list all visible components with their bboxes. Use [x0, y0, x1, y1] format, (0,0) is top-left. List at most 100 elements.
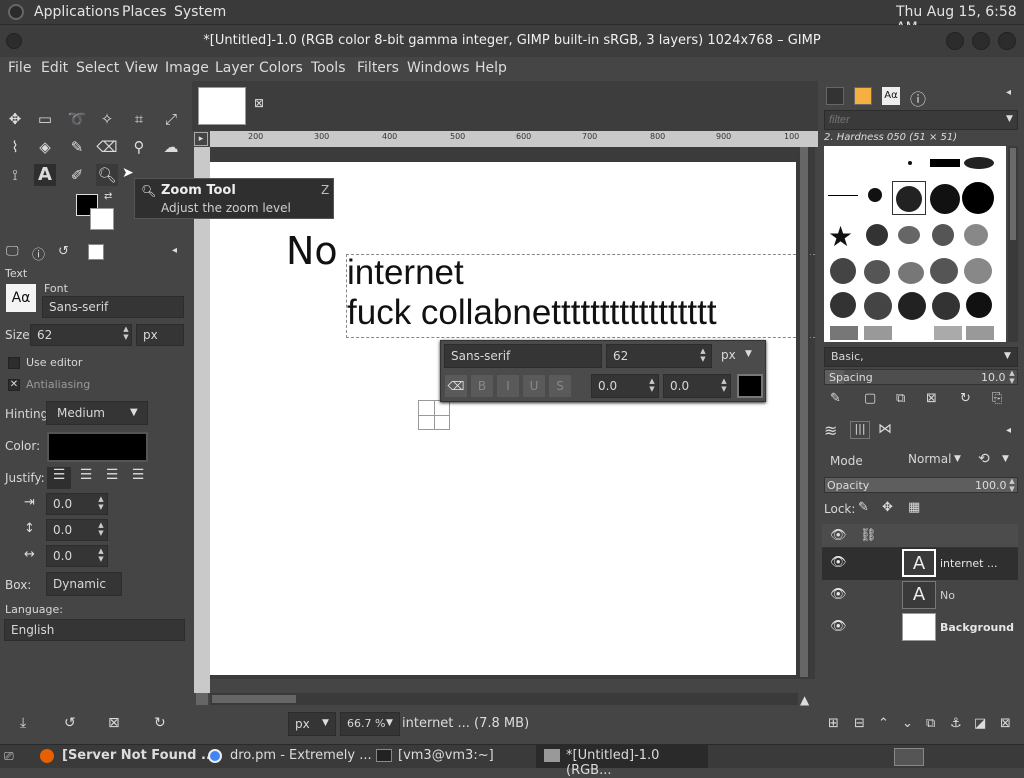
menu-windows[interactable]: Windows: [407, 60, 470, 76]
reset-options-icon[interactable]: ↻: [154, 715, 166, 731]
text-layer-no[interactable]: No: [286, 229, 338, 273]
text-editor-font-input[interactable]: Sans-serif: [444, 344, 602, 368]
show-desktop-icon[interactable]: ⎚: [4, 749, 14, 764]
lock-alpha-icon[interactable]: ▦: [908, 500, 920, 515]
baseline-spin-icon[interactable]: ▲ ▼: [646, 377, 658, 393]
lasso-tool-icon[interactable]: ➰: [66, 108, 88, 130]
menu-file[interactable]: File: [8, 60, 31, 76]
delete-options-icon[interactable]: ⊠: [108, 715, 120, 731]
paintbrush-tool-icon[interactable]: ✎: [66, 136, 88, 158]
eye-icon[interactable]: 👁︎: [830, 556, 847, 569]
text-box[interactable]: internet fuck collabnettttttttttttttttt: [346, 254, 815, 338]
text-color-button[interactable]: [47, 432, 148, 462]
tool-options-tab-icon[interactable]: 🖵︎: [6, 244, 19, 259]
swap-colors-icon[interactable]: ⇄: [104, 191, 112, 202]
menu-select[interactable]: Select: [76, 60, 119, 76]
opacity-spin-icon[interactable]: ▲ ▼: [1006, 477, 1018, 493]
text-editor-unit-select[interactable]: px: [721, 348, 736, 362]
warp-tool-icon[interactable]: ⌇: [4, 136, 26, 158]
eye-icon[interactable]: 👁︎: [830, 588, 847, 601]
eraser-tool-icon[interactable]: ⌫: [96, 136, 118, 158]
size-spin-icon[interactable]: ▲ ▼: [120, 325, 132, 341]
justify-fill-icon[interactable]: ☰: [126, 467, 150, 489]
italic-icon[interactable]: I: [497, 375, 519, 397]
system-menu[interactable]: System: [174, 4, 226, 20]
background-color-swatch[interactable]: [90, 208, 114, 230]
bold-icon[interactable]: B: [471, 375, 493, 397]
language-input[interactable]: English: [4, 619, 185, 641]
spacing-spin-icon[interactable]: ▲ ▼: [1006, 369, 1018, 385]
justify-right-icon[interactable]: ☰: [74, 467, 98, 489]
menu-help[interactable]: Help: [475, 60, 507, 76]
bucket-fill-tool-icon[interactable]: ◈: [34, 136, 56, 158]
transform-tool-icon[interactable]: ⤢: [160, 108, 182, 130]
underline-icon[interactable]: U: [523, 375, 545, 397]
kerning-spin-icon[interactable]: ▲ ▼: [718, 377, 730, 393]
patterns-tab-icon[interactable]: [854, 87, 872, 105]
taskbar-item-chrome[interactable]: dro.pm - Extremely ...: [230, 748, 372, 763]
use-editor-checkbox[interactable]: [8, 357, 20, 369]
edit-brush-icon[interactable]: ✎: [830, 391, 841, 406]
new-layer-icon[interactable]: ⊞: [828, 716, 839, 731]
line-spacing-spin-icon[interactable]: ▲ ▼: [95, 521, 107, 537]
anchor-layer-icon[interactable]: ⚓︎: [950, 716, 962, 731]
brush-scrollbar[interactable]: [1008, 146, 1018, 342]
layer-row[interactable]: 👁︎ A internet ...: [822, 548, 1018, 580]
fuzzy-select-tool-icon[interactable]: ✧: [96, 108, 118, 130]
indent-spin-icon[interactable]: ▲ ▼: [95, 495, 107, 511]
save-options-icon[interactable]: ⤓: [20, 715, 26, 731]
new-brush-icon[interactable]: ▢: [864, 391, 876, 406]
taskbar-item-gimp-active[interactable]: *[Untitled]-1.0 (RGB...: [536, 745, 708, 778]
strikethrough-icon[interactable]: S: [549, 375, 571, 397]
panel-menu-icon[interactable]: ◂: [1006, 87, 1011, 98]
zoom-corner-icon[interactable]: [196, 693, 208, 705]
places-menu[interactable]: Places: [122, 4, 167, 20]
font-input[interactable]: Sans-serif: [42, 296, 184, 318]
menu-layer[interactable]: Layer: [215, 60, 254, 76]
lock-position-icon[interactable]: ✥: [882, 500, 893, 515]
justify-center-icon[interactable]: ☰: [100, 467, 124, 489]
font-preview-button[interactable]: Aα: [6, 284, 36, 312]
text-tool-icon[interactable]: A: [34, 164, 56, 186]
letter-spacing-spin-icon[interactable]: ▲ ▼: [95, 547, 107, 563]
minimize-button[interactable]: [946, 32, 964, 50]
undo-history-tab-icon[interactable]: ↺: [58, 244, 69, 259]
brush-as-image-icon[interactable]: ⎘: [992, 391, 1002, 406]
zoom-tool-icon[interactable]: 🔍︎: [96, 164, 118, 186]
spacing-slider[interactable]: Spacing 10.0: [824, 369, 1018, 385]
panel-menu-icon[interactable]: ◂: [172, 245, 177, 256]
image-tab-thumbnail[interactable]: [198, 87, 246, 125]
layer-row[interactable]: 👁︎ A No: [822, 580, 1018, 612]
eye-icon[interactable]: 👁︎: [830, 620, 847, 633]
move-tool-icon[interactable]: ✥: [4, 108, 26, 130]
navigate-icon[interactable]: ▲: [800, 693, 809, 707]
menu-filters[interactable]: Filters: [357, 60, 399, 76]
rect-select-tool-icon[interactable]: ▭: [34, 108, 56, 130]
delete-brush-icon[interactable]: ⊠: [926, 391, 937, 406]
close-tab-icon[interactable]: ⊠: [254, 96, 264, 110]
box-select[interactable]: Dynamic: [46, 572, 122, 596]
workspace-switcher[interactable]: [894, 748, 924, 766]
justify-left-icon[interactable]: ☰: [47, 467, 71, 489]
antialiasing-checkbox[interactable]: ✕: [8, 379, 20, 391]
lock-pixels-icon[interactable]: ✎: [858, 500, 869, 515]
clone-tool-icon[interactable]: ⚲: [128, 136, 150, 158]
distro-logo-icon[interactable]: [8, 4, 24, 20]
paths-tool-icon[interactable]: ⟟: [4, 164, 26, 186]
applications-menu[interactable]: Applications: [34, 4, 120, 20]
menu-view[interactable]: View: [125, 60, 158, 76]
brushes-tab-icon[interactable]: [826, 87, 844, 105]
refresh-brushes-icon[interactable]: ↻: [960, 391, 971, 406]
vertical-scrollbar[interactable]: [798, 147, 810, 677]
text-editor-color-button[interactable]: [737, 374, 763, 398]
brush-filter-input[interactable]: [824, 110, 1018, 130]
raise-layer-icon[interactable]: ⌃: [878, 716, 889, 731]
canvas-viewport[interactable]: No internet fuck collabnettttttttttttttt…: [210, 147, 815, 679]
close-button[interactable]: [998, 32, 1016, 50]
smudge-tool-icon[interactable]: ☁: [160, 136, 182, 158]
menu-image[interactable]: Image: [165, 60, 209, 76]
channels-tab-icon[interactable]: |||: [850, 421, 870, 439]
delete-layer-icon[interactable]: ⊠: [1000, 716, 1011, 731]
mask-layer-icon[interactable]: ◪: [974, 716, 986, 731]
brush-grid[interactable]: ★: [824, 146, 1006, 342]
